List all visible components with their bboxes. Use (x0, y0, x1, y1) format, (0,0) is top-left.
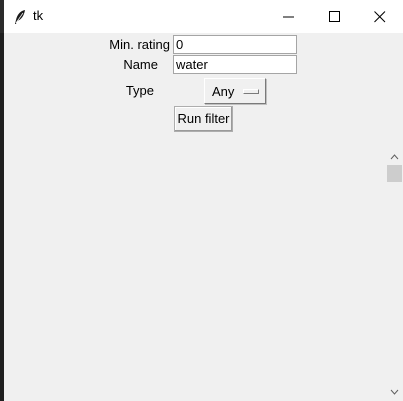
minimize-icon (283, 16, 294, 18)
run-filter-button[interactable]: Run filter (174, 106, 233, 132)
vertical-scrollbar[interactable] (386, 150, 403, 401)
title-bar[interactable]: tk (4, 0, 403, 33)
window-title: tk (33, 8, 44, 23)
minimize-button[interactable] (266, 0, 312, 33)
name-input[interactable] (173, 55, 297, 74)
chevron-down-icon (390, 389, 399, 395)
dropdown-indicator-icon (243, 89, 259, 94)
type-dropdown[interactable]: Any (204, 78, 266, 104)
type-selected-value: Any (212, 84, 235, 99)
min-rating-input[interactable] (173, 35, 297, 54)
close-icon (374, 11, 386, 23)
close-button[interactable] (357, 0, 403, 33)
min-rating-label: Min. rating (109, 37, 170, 52)
scroll-up-button[interactable] (386, 150, 403, 164)
tk-window: tk Min. rating Name Type Any Run filter (4, 0, 403, 401)
name-label: Name (123, 57, 158, 72)
type-label: Type (125, 83, 154, 98)
feather-icon (13, 9, 27, 25)
scroll-down-button[interactable] (386, 385, 403, 399)
maximize-icon (329, 11, 340, 22)
chevron-up-icon (390, 154, 399, 160)
maximize-button[interactable] (312, 0, 358, 33)
scrollbar-thumb[interactable] (387, 165, 402, 182)
